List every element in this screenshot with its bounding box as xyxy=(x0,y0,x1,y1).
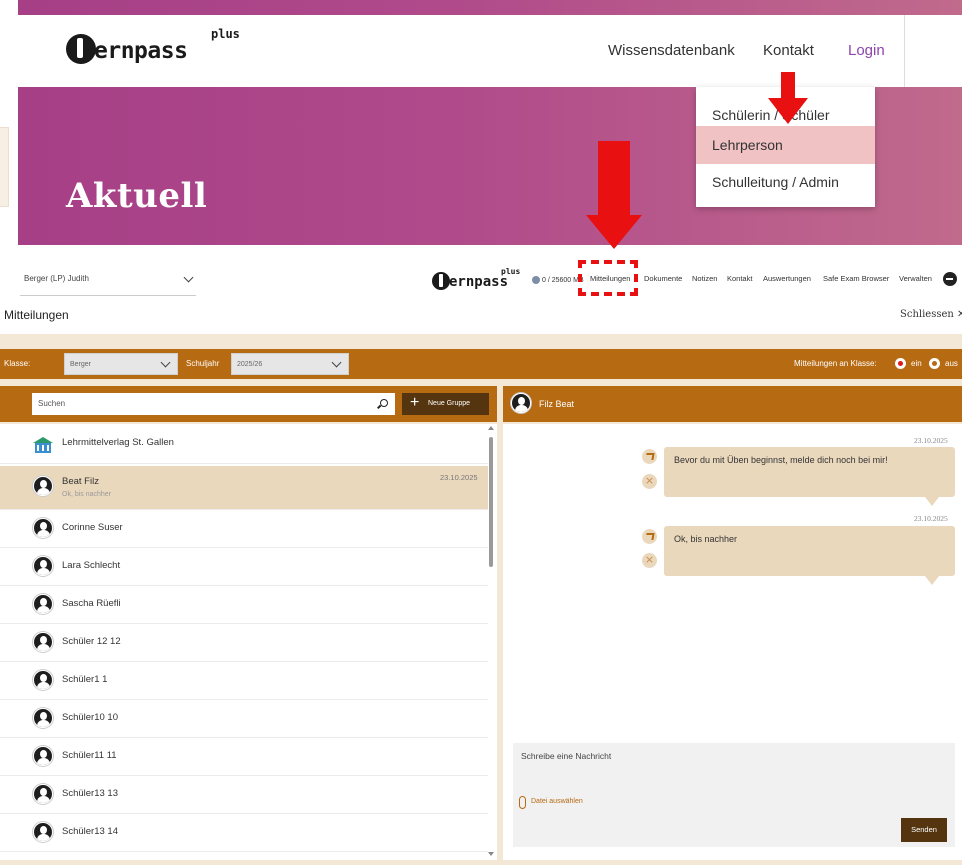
list-item[interactable]: Schüler1 1 xyxy=(0,662,488,700)
user-selector[interactable]: Berger (LP) Judith xyxy=(20,266,196,296)
page-title: Aktuell xyxy=(66,176,208,216)
delete-icon[interactable]: × xyxy=(642,474,657,489)
navbar-edge xyxy=(904,15,962,87)
avatar xyxy=(33,670,53,690)
message-date: 23.10.2025 xyxy=(914,436,948,445)
message-bubble: Bevor du mit Üben beginnst, melde dich n… xyxy=(664,447,955,506)
avatar xyxy=(511,393,531,413)
radio-on[interactable] xyxy=(895,358,906,369)
message-bubble: Ok, bis nachher xyxy=(664,526,955,585)
avatar xyxy=(33,518,53,538)
class-bar: Klasse: Berger Schuljahr 2025/26 Mitteil… xyxy=(0,349,962,379)
list-item[interactable]: Beat Filz Ok, bis nachher 23.10.2025 xyxy=(0,466,488,510)
lernpass-logo[interactable]: ernpass plus xyxy=(66,27,240,64)
avatar xyxy=(33,476,53,496)
nav-dokumente[interactable]: Dokumente xyxy=(644,274,682,283)
search-input[interactable]: Suchen xyxy=(32,393,395,415)
reply-icon[interactable] xyxy=(642,529,657,544)
nav-safe-exam-browser[interactable]: Safe Exam Browser xyxy=(823,274,889,283)
message-input[interactable]: Schreibe eine Nachricht xyxy=(513,743,955,847)
list-item[interactable]: Lara Schlecht xyxy=(0,548,488,586)
logo-mark-icon xyxy=(432,272,450,290)
radio-on-label: ein xyxy=(911,359,922,368)
storage-icon xyxy=(532,276,540,284)
highlight-box xyxy=(578,260,638,296)
side-tab xyxy=(0,127,9,207)
avatar xyxy=(33,746,53,766)
avatar xyxy=(33,822,53,842)
close-icon: ✕ xyxy=(957,309,962,320)
avatar xyxy=(33,594,53,614)
class-label: Klasse: xyxy=(4,359,31,368)
login-option-teacher[interactable]: Lehrperson xyxy=(696,126,875,164)
logo-mark-icon xyxy=(66,34,96,64)
nav-auswertungen[interactable]: Auswertungen xyxy=(763,274,811,283)
radio-off-label: aus xyxy=(945,359,958,368)
logout-icon[interactable] xyxy=(943,272,957,286)
school-icon xyxy=(33,437,53,453)
nav-kontakt[interactable]: Kontakt xyxy=(727,274,752,283)
close-button[interactable]: Schliessen ✕ xyxy=(900,309,962,320)
radio-off[interactable] xyxy=(929,358,940,369)
login-option-admin[interactable]: Schulleitung / Admin xyxy=(696,163,875,201)
class-select[interactable]: Berger xyxy=(64,353,178,375)
list-item[interactable]: Schüler11 11 xyxy=(0,738,488,776)
list-item[interactable]: Sascha Rüefli xyxy=(0,586,488,624)
search-icon[interactable] xyxy=(380,399,388,407)
list-item[interactable]: Schüler13 14 xyxy=(0,814,488,852)
list-item[interactable]: Schüler10 10 xyxy=(0,700,488,738)
year-label: Schuljahr xyxy=(186,359,220,368)
section-title: Mitteilungen xyxy=(4,308,69,322)
attach-file-link[interactable]: Datei auswählen xyxy=(531,798,583,805)
nav-link-kontakt[interactable]: Kontakt xyxy=(763,42,814,59)
list-item[interactable]: Schüler13 13 xyxy=(0,776,488,814)
scroll-up-arrow[interactable] xyxy=(488,426,494,430)
scrollbar-thumb[interactable] xyxy=(489,437,493,567)
list-item[interactable]: Corinne Suser xyxy=(0,510,488,548)
message-date: 23.10.2025 xyxy=(914,514,948,523)
paperclip-icon[interactable] xyxy=(519,796,526,809)
contact-list: Lehrmittelverlag St. Gallen Beat Filz Ok… xyxy=(0,424,497,860)
list-item[interactable]: Lehrmittelverlag St. Gallen xyxy=(0,424,488,464)
avatar xyxy=(33,556,53,576)
chevron-down-icon xyxy=(160,357,171,368)
delete-icon[interactable]: × xyxy=(642,553,657,568)
scroll-down-arrow[interactable] xyxy=(488,852,494,856)
nav-link-wissensdatenbank[interactable]: Wissensdatenbank xyxy=(608,42,735,59)
nav-notizen[interactable]: Notizen xyxy=(692,274,717,283)
avatar xyxy=(33,708,53,728)
arrow-down-icon xyxy=(768,72,808,126)
nav-verwalten[interactable]: Verwalten xyxy=(899,274,932,283)
lernpass-logo-small[interactable]: ernpass plus xyxy=(432,267,520,290)
chat-header: Filz Beat xyxy=(503,386,962,422)
avatar xyxy=(33,784,53,804)
send-button[interactable]: Senden xyxy=(901,818,947,842)
nav-link-login[interactable]: Login xyxy=(848,42,885,59)
chevron-down-icon xyxy=(331,357,342,368)
arrow-down-icon xyxy=(586,141,642,251)
avatar xyxy=(33,632,53,652)
reply-icon[interactable] xyxy=(642,449,657,464)
chevron-down-icon xyxy=(183,272,194,283)
plus-icon: + xyxy=(410,394,420,411)
year-select[interactable]: 2025/26 xyxy=(231,353,349,375)
list-item[interactable]: Schüler 12 12 xyxy=(0,624,488,662)
new-group-button[interactable]: + Neue Gruppe xyxy=(402,393,489,415)
class-messages-label: Mitteilungen an Klasse: xyxy=(794,359,877,368)
storage-quota: 0 / 25600 MB xyxy=(532,276,584,284)
